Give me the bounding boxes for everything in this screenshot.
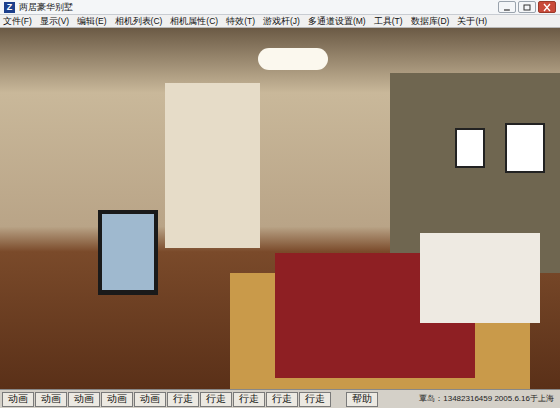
toolbar-button[interactable]: 动画 [101, 392, 133, 407]
menu-item[interactable]: 编辑(E) [76, 17, 107, 26]
menu-item[interactable]: 游戏杆(J) [262, 17, 301, 26]
menu-item[interactable]: 文件(F) [2, 17, 33, 26]
menu-item[interactable]: 显示(V) [39, 17, 70, 26]
minimize-icon[interactable] [498, 1, 516, 13]
toolbar-button[interactable]: 行走 [266, 392, 298, 407]
ceiling-lamp [258, 48, 328, 70]
menu-item[interactable]: 数据库(D) [410, 17, 451, 26]
toolbar-button[interactable]: 行走 [299, 392, 331, 407]
toolbar-button[interactable]: 行走 [200, 392, 232, 407]
close-icon[interactable] [538, 1, 556, 13]
window-controls [498, 1, 556, 13]
wall-picture [505, 123, 545, 173]
maximize-icon[interactable] [518, 1, 536, 13]
toolbar-button[interactable]: 行走 [233, 392, 265, 407]
menu-item[interactable]: 相机属性(C) [169, 17, 219, 26]
wardrobe [165, 83, 260, 248]
menu-item[interactable]: 相机列表(C) [114, 17, 164, 26]
wall-picture [455, 128, 485, 168]
menu-item[interactable]: 关于(H) [456, 17, 488, 26]
status-text: 覃岛：13482316459 2005.6.16于上海 [419, 395, 558, 403]
toolbar-button[interactable]: 动画 [35, 392, 67, 407]
toolbar-button[interactable]: 动画 [68, 392, 100, 407]
title-bar: Z 两居豪华别墅 [0, 0, 560, 15]
menu-item[interactable]: 多通道设置(M) [307, 17, 367, 26]
app-logo-icon: Z [4, 2, 15, 13]
toolbar-button[interactable]: 行走 [167, 392, 199, 407]
window-title: 两居豪华别墅 [19, 3, 73, 12]
menu-bar: 文件(F) 显示(V) 编辑(E) 相机列表(C) 相机属性(C) 特效(T) 游戏杆(J)… [0, 15, 560, 28]
pillows [420, 233, 540, 323]
toolbar-button[interactable]: 动画 [2, 392, 34, 407]
toolbar-button[interactable]: 帮助 [346, 392, 378, 407]
bottom-bar: 动画动画动画动画动画行走行走行走行走行走帮助覃岛：13482316459 200… [0, 389, 560, 408]
tv-screen [102, 214, 154, 290]
menu-item[interactable]: 特效(T) [225, 17, 256, 26]
toolbar-button[interactable]: 动画 [134, 392, 166, 407]
menu-item[interactable]: 工具(T) [373, 17, 404, 26]
scene-render [0, 28, 560, 389]
